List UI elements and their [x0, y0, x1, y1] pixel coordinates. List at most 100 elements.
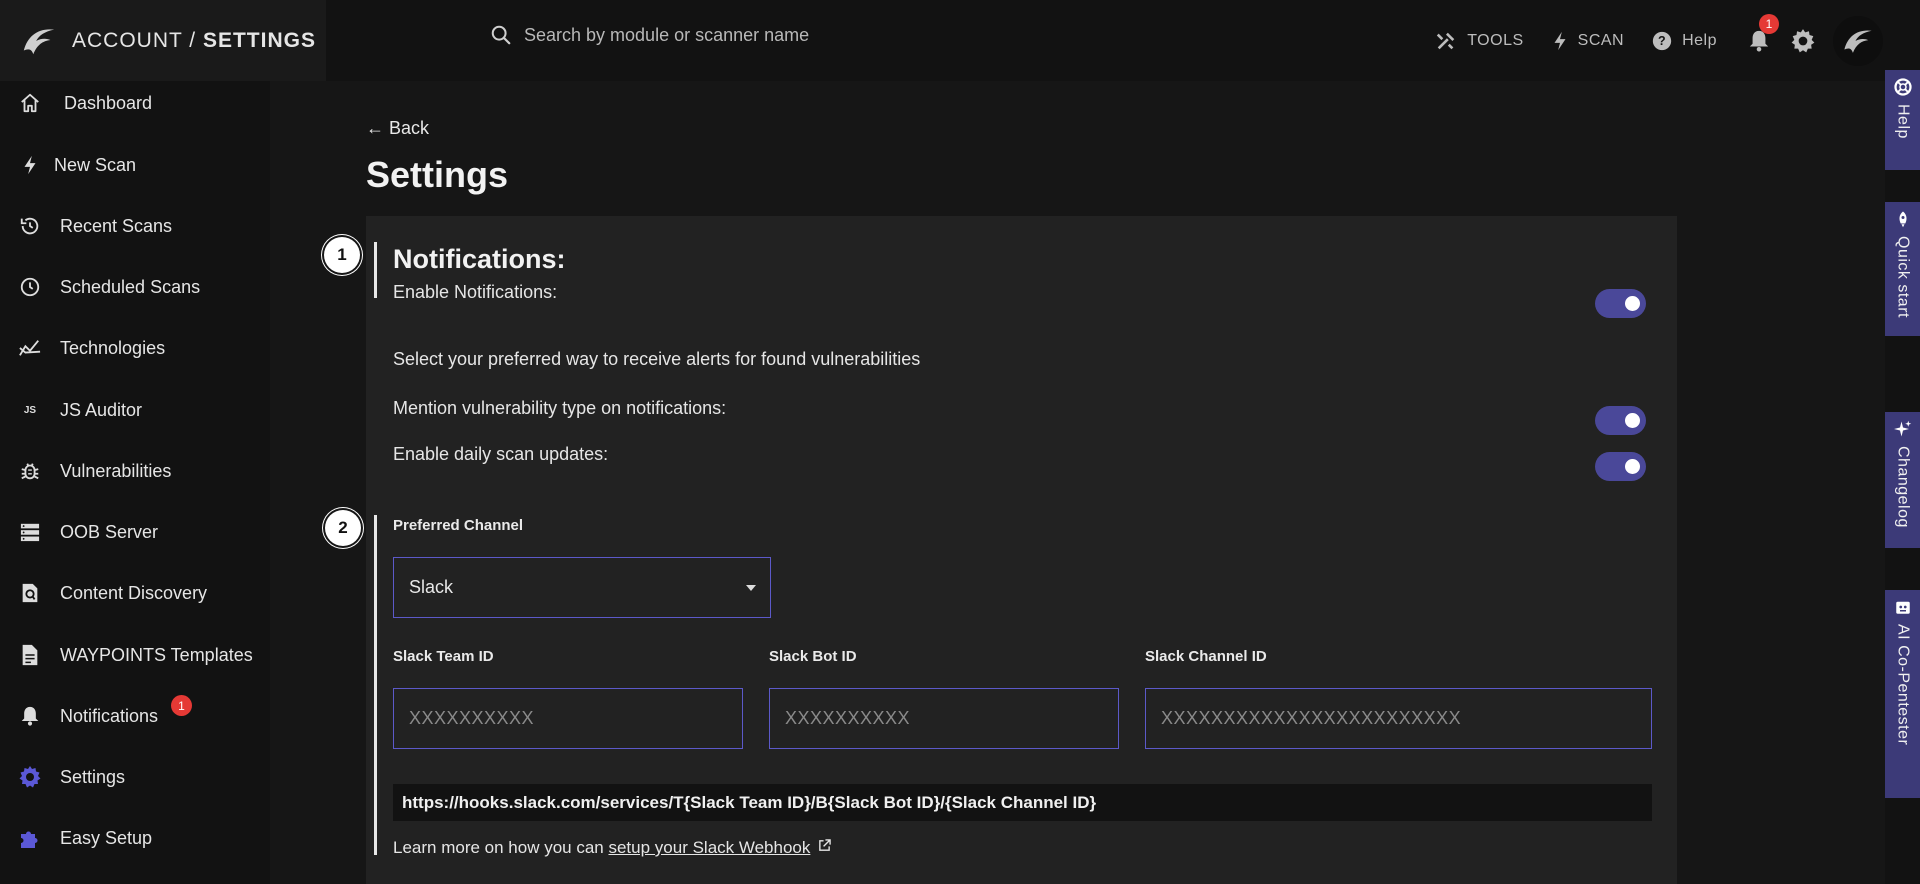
slack-channel-id-label: Slack Channel ID	[1145, 648, 1267, 665]
rail-ai-copentester-button[interactable]: AI Co-Pentester	[1885, 590, 1920, 798]
clock-icon	[18, 275, 42, 299]
search-input[interactable]	[524, 24, 944, 46]
mention-type-toggle[interactable]	[1595, 406, 1646, 435]
notification-count-badge: 1	[171, 695, 192, 716]
mention-type-label: Mention vulnerability type on notificati…	[393, 398, 727, 418]
notifications-button[interactable]: 1	[1745, 13, 1779, 55]
help-label: Help	[1682, 31, 1717, 49]
robot-icon	[1895, 601, 1910, 614]
slack-channel-id-input[interactable]	[1146, 689, 1651, 748]
gear-icon	[1791, 28, 1815, 52]
sidebar-item-scheduled-scans[interactable]: Scheduled Scans	[18, 267, 200, 307]
scan-label: SCAN	[1577, 31, 1625, 49]
breadcrumb-prefix: ACCOUNT /	[72, 28, 203, 52]
chevron-down-icon	[746, 585, 756, 591]
tools-label: TOOLS	[1467, 31, 1524, 49]
gear-icon	[18, 765, 42, 789]
bell-icon	[18, 704, 42, 728]
sidebar-item-js-auditor[interactable]: JS JS Auditor	[18, 390, 142, 430]
rail-changelog-label: Changelog	[1894, 446, 1912, 528]
learn-more-text: Learn more on how you can setup your Sla…	[393, 838, 831, 858]
bolt-icon	[18, 153, 42, 177]
section-divider	[374, 515, 377, 855]
sidebar-item-technologies[interactable]: Technologies	[18, 328, 165, 368]
sidebar-item-label: Settings	[60, 766, 126, 787]
webhook-url-preview: https://hooks.slack.com/services/T{Slack…	[393, 784, 1652, 821]
server-icon	[18, 520, 42, 544]
slack-team-id-input[interactable]	[394, 689, 742, 748]
step-marker-2: 2	[325, 510, 361, 546]
scan-button[interactable]: SCAN	[1552, 30, 1624, 52]
notification-count-badge: 1	[1759, 13, 1779, 34]
sidebar-item-vulnerabilities[interactable]: Vulnerabilities	[18, 451, 171, 491]
page-title: Settings	[366, 154, 509, 195]
slack-team-id-label: Slack Team ID	[393, 648, 494, 665]
sidebar-item-dashboard[interactable]: Dashboard	[18, 83, 152, 123]
sidebar-item-label: Scheduled Scans	[60, 276, 201, 297]
document-search-icon	[18, 581, 42, 605]
sidebar-item-new-scan[interactable]: New Scan	[18, 145, 136, 185]
sidebar-item-label: Technologies	[60, 337, 166, 358]
sidebar: Dashboard New Scan Recent Scans Schedule…	[0, 81, 270, 884]
rail-quickstart-button[interactable]: Quick start	[1885, 202, 1920, 336]
section-divider	[374, 242, 377, 298]
slack-webhook-link[interactable]: setup your Slack Webhook	[608, 838, 810, 857]
rail-changelog-button[interactable]: Changelog	[1885, 412, 1920, 548]
chart-icon	[18, 336, 42, 360]
sidebar-item-notifications[interactable]: Notifications 1	[18, 695, 192, 736]
logo-icon	[23, 28, 55, 54]
bolt-icon	[1554, 31, 1566, 50]
search-bar[interactable]	[490, 24, 944, 46]
sidebar-item-content-discovery[interactable]: Content Discovery	[18, 573, 207, 613]
slack-channel-id-field[interactable]	[1145, 688, 1652, 749]
sidebar-item-waypoints-templates[interactable]: WAYPOINTS Templates	[18, 635, 253, 675]
enable-notifications-toggle[interactable]	[1595, 289, 1646, 318]
home-icon	[18, 91, 42, 115]
avatar-logo-icon	[1844, 30, 1872, 53]
sidebar-item-label: WAYPOINTS Templates	[60, 644, 253, 665]
rail-copentester-label: AI Co-Pentester	[1894, 624, 1912, 746]
js-icon: JS	[23, 404, 37, 416]
page-breadcrumb: ACCOUNT / SETTINGS	[72, 29, 316, 53]
bug-icon	[18, 459, 42, 483]
sidebar-item-label: Content Discovery	[60, 582, 208, 603]
preferred-channel-value: Slack	[409, 577, 454, 597]
search-icon	[491, 25, 511, 45]
breadcrumb-current: SETTINGS	[202, 28, 316, 52]
sidebar-item-label: JS Auditor	[60, 399, 143, 420]
settings-button[interactable]	[1789, 27, 1817, 55]
slack-bot-id-field[interactable]	[769, 688, 1119, 749]
sidebar-item-easy-setup[interactable]: Easy Setup	[18, 818, 152, 858]
top-nav: TOOLS SCAN ? Help 1	[1435, 0, 1885, 81]
help-icon: ?	[1652, 31, 1672, 50]
preferred-way-text: Select your preferred way to receive ale…	[393, 349, 921, 369]
rail-help-button[interactable]: Help	[1885, 70, 1920, 170]
enable-notifications-label: Enable Notifications:	[393, 282, 558, 302]
rocket-icon	[1898, 211, 1907, 228]
sidebar-item-label: Recent Scans	[60, 215, 173, 236]
rail-help-label: Help	[1894, 104, 1912, 139]
daily-updates-toggle[interactable]	[1595, 452, 1646, 481]
sidebar-item-label: OOB Server	[60, 521, 159, 542]
notifications-heading: Notifications:	[393, 244, 566, 274]
tools-button[interactable]: TOOLS	[1435, 30, 1523, 52]
slack-bot-id-input[interactable]	[770, 689, 1118, 748]
slack-team-id-field[interactable]	[393, 688, 743, 749]
brand: ACCOUNT / SETTINGS	[0, 0, 326, 81]
sidebar-item-settings[interactable]: Settings	[18, 757, 125, 797]
sidebar-item-label: Dashboard	[64, 92, 153, 113]
puzzle-icon	[18, 826, 42, 850]
lifebuoy-icon	[1893, 78, 1912, 96]
preferred-channel-select[interactable]: Slack	[393, 557, 771, 618]
sparkle-icon	[1893, 420, 1911, 437]
sidebar-item-oob-server[interactable]: OOB Server	[18, 512, 158, 552]
back-link[interactable]: ← Back	[366, 118, 429, 139]
user-avatar[interactable]	[1833, 15, 1883, 66]
sidebar-item-recent-scans[interactable]: Recent Scans	[18, 206, 172, 246]
sidebar-item-label: New Scan	[54, 154, 137, 175]
help-button[interactable]: ? Help	[1652, 31, 1717, 51]
daily-updates-label: Enable daily scan updates:	[393, 444, 609, 464]
slack-bot-id-label: Slack Bot ID	[769, 648, 857, 665]
right-rail: Help Quick start Changelog AI Co-Pentest…	[1885, 0, 1920, 884]
step-marker-1: 1	[324, 237, 360, 273]
